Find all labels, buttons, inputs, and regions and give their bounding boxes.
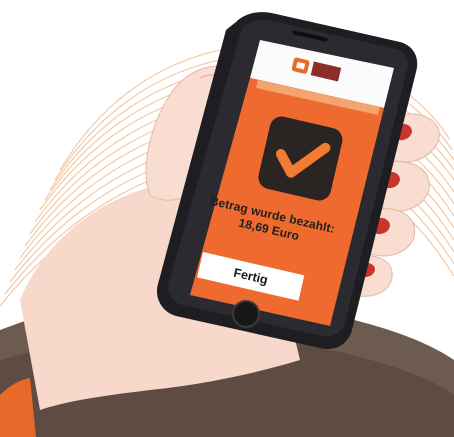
illustration-scene: Betrag wurde bezahlt: 18,69 Euro Fertig bbox=[0, 0, 454, 437]
home-button-icon[interactable] bbox=[232, 300, 260, 328]
